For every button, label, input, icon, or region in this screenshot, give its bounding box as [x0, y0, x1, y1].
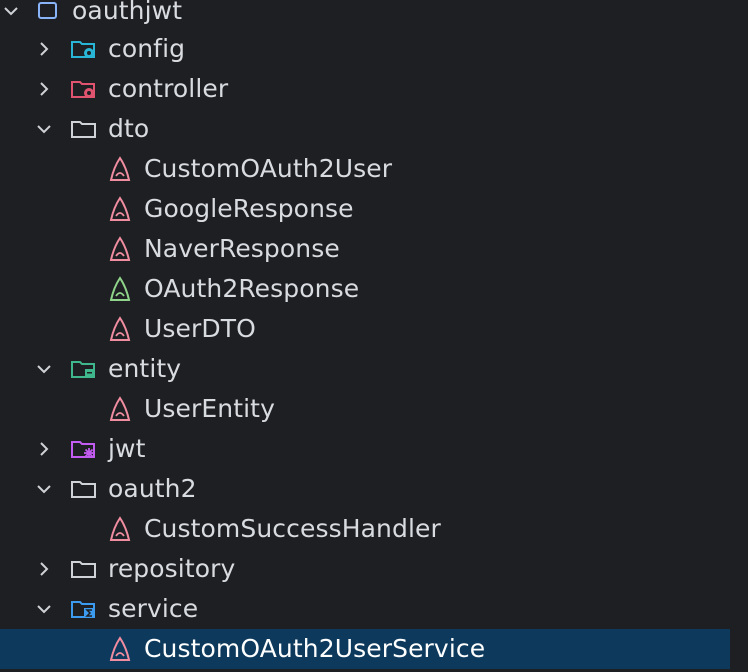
tree-node-config[interactable]: config — [0, 29, 730, 69]
chevron-down-icon[interactable] — [33, 358, 55, 380]
tree-node-label: CustomOAuth2UserService — [144, 634, 486, 663]
tree-node-file[interactable]: OAuth2Response — [0, 269, 730, 309]
tree-node-file[interactable]: CustomOAuth2User — [0, 149, 730, 189]
service-folder-icon — [70, 597, 98, 621]
tree-node-dto[interactable]: dto — [0, 109, 730, 149]
project-file-tree: oauthjwt config controller dto CustomOAu… — [0, 0, 748, 672]
jwt-folder-icon — [70, 437, 98, 461]
chevron-down-icon[interactable] — [0, 0, 22, 22]
tree-node-label: jwt — [108, 434, 146, 463]
java-class-icon — [106, 236, 134, 261]
chevron-down-icon[interactable] — [33, 118, 55, 140]
tree-node-file[interactable]: NaverResponse — [0, 229, 730, 269]
tree-node-label: NaverResponse — [144, 234, 340, 263]
tree-node-entity[interactable]: entity — [0, 349, 730, 389]
chevron-down-icon[interactable] — [33, 598, 55, 620]
tree-node-label: CustomOAuth2User — [144, 154, 393, 183]
controller-folder-icon — [70, 77, 98, 101]
folder-icon — [70, 477, 98, 501]
tree-node-label: UserDTO — [144, 314, 256, 343]
tree-node-label: repository — [108, 554, 236, 583]
config-folder-icon — [70, 37, 98, 61]
tree-node-service[interactable]: service — [0, 589, 730, 629]
chevron-right-icon[interactable] — [33, 438, 55, 460]
package-icon — [34, 0, 62, 23]
tree-node-file[interactable]: GoogleResponse — [0, 189, 730, 229]
chevron-right-icon[interactable] — [33, 558, 55, 580]
chevron-right-icon[interactable] — [33, 38, 55, 60]
java-class-icon — [106, 636, 134, 661]
tree-node-label: oauth2 — [108, 474, 197, 503]
java-class-icon — [106, 156, 134, 181]
chevron-down-icon[interactable] — [33, 478, 55, 500]
entity-folder-icon — [70, 357, 98, 381]
tree-node-label: GoogleResponse — [144, 194, 354, 223]
tree-node-jwt[interactable]: jwt — [0, 429, 730, 469]
java-class-icon — [106, 316, 134, 341]
tree-node-oauth2[interactable]: oauth2 — [0, 469, 730, 509]
tree-node-label: OAuth2Response — [144, 274, 360, 303]
java-interface-icon — [106, 276, 134, 301]
tree-node-file[interactable]: UserDTO — [0, 309, 730, 349]
chevron-right-icon[interactable] — [33, 78, 55, 100]
java-class-icon — [106, 196, 134, 221]
folder-icon — [70, 557, 98, 581]
tree-node-label: UserEntity — [144, 394, 275, 423]
tree-node-file-selected[interactable]: CustomOAuth2UserService — [0, 629, 730, 669]
tree-node-label: entity — [108, 354, 182, 383]
tree-node-file[interactable]: CustomSuccessHandler — [0, 509, 730, 549]
java-class-icon — [106, 516, 134, 541]
tree-node-controller[interactable]: controller — [0, 69, 730, 109]
tree-node-label: config — [108, 34, 186, 63]
tree-node-label: service — [108, 594, 199, 623]
tree-node-oauthjwt[interactable]: oauthjwt — [0, 0, 730, 31]
tree-node-label: controller — [108, 74, 229, 103]
folder-icon — [70, 117, 98, 141]
tree-node-repository[interactable]: repository — [0, 549, 730, 589]
tree-node-label: CustomSuccessHandler — [144, 514, 441, 543]
tree-node-label: oauthjwt — [72, 0, 183, 25]
tree-node-file[interactable]: UserEntity — [0, 389, 730, 429]
java-class-icon — [106, 396, 134, 421]
tree-node-label: dto — [108, 114, 150, 143]
